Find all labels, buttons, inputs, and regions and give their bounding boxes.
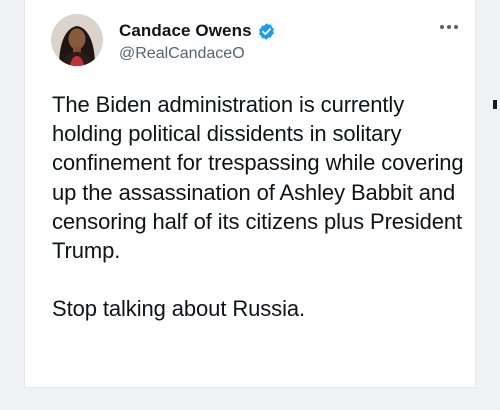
edge-marker: [493, 100, 497, 109]
tweet-paragraph: Stop talking about Russia.: [52, 296, 305, 322]
author-handle[interactable]: @RealCandaceO: [119, 45, 245, 63]
tweet-text: The Biden administration is currently ho…: [52, 90, 476, 323]
profile-photo-icon: [51, 14, 103, 66]
verified-badge-icon: [257, 22, 276, 41]
avatar[interactable]: [51, 14, 103, 66]
tweet-card[interactable]: Candace Owens @RealCandaceO The Biden ad…: [24, 0, 476, 388]
author-name-row: Candace Owens: [119, 21, 276, 41]
author-display-name[interactable]: Candace Owens: [119, 21, 252, 41]
tweet-paragraph: The Biden administration is currently ho…: [52, 92, 464, 264]
ellipsis-icon[interactable]: [438, 20, 460, 34]
